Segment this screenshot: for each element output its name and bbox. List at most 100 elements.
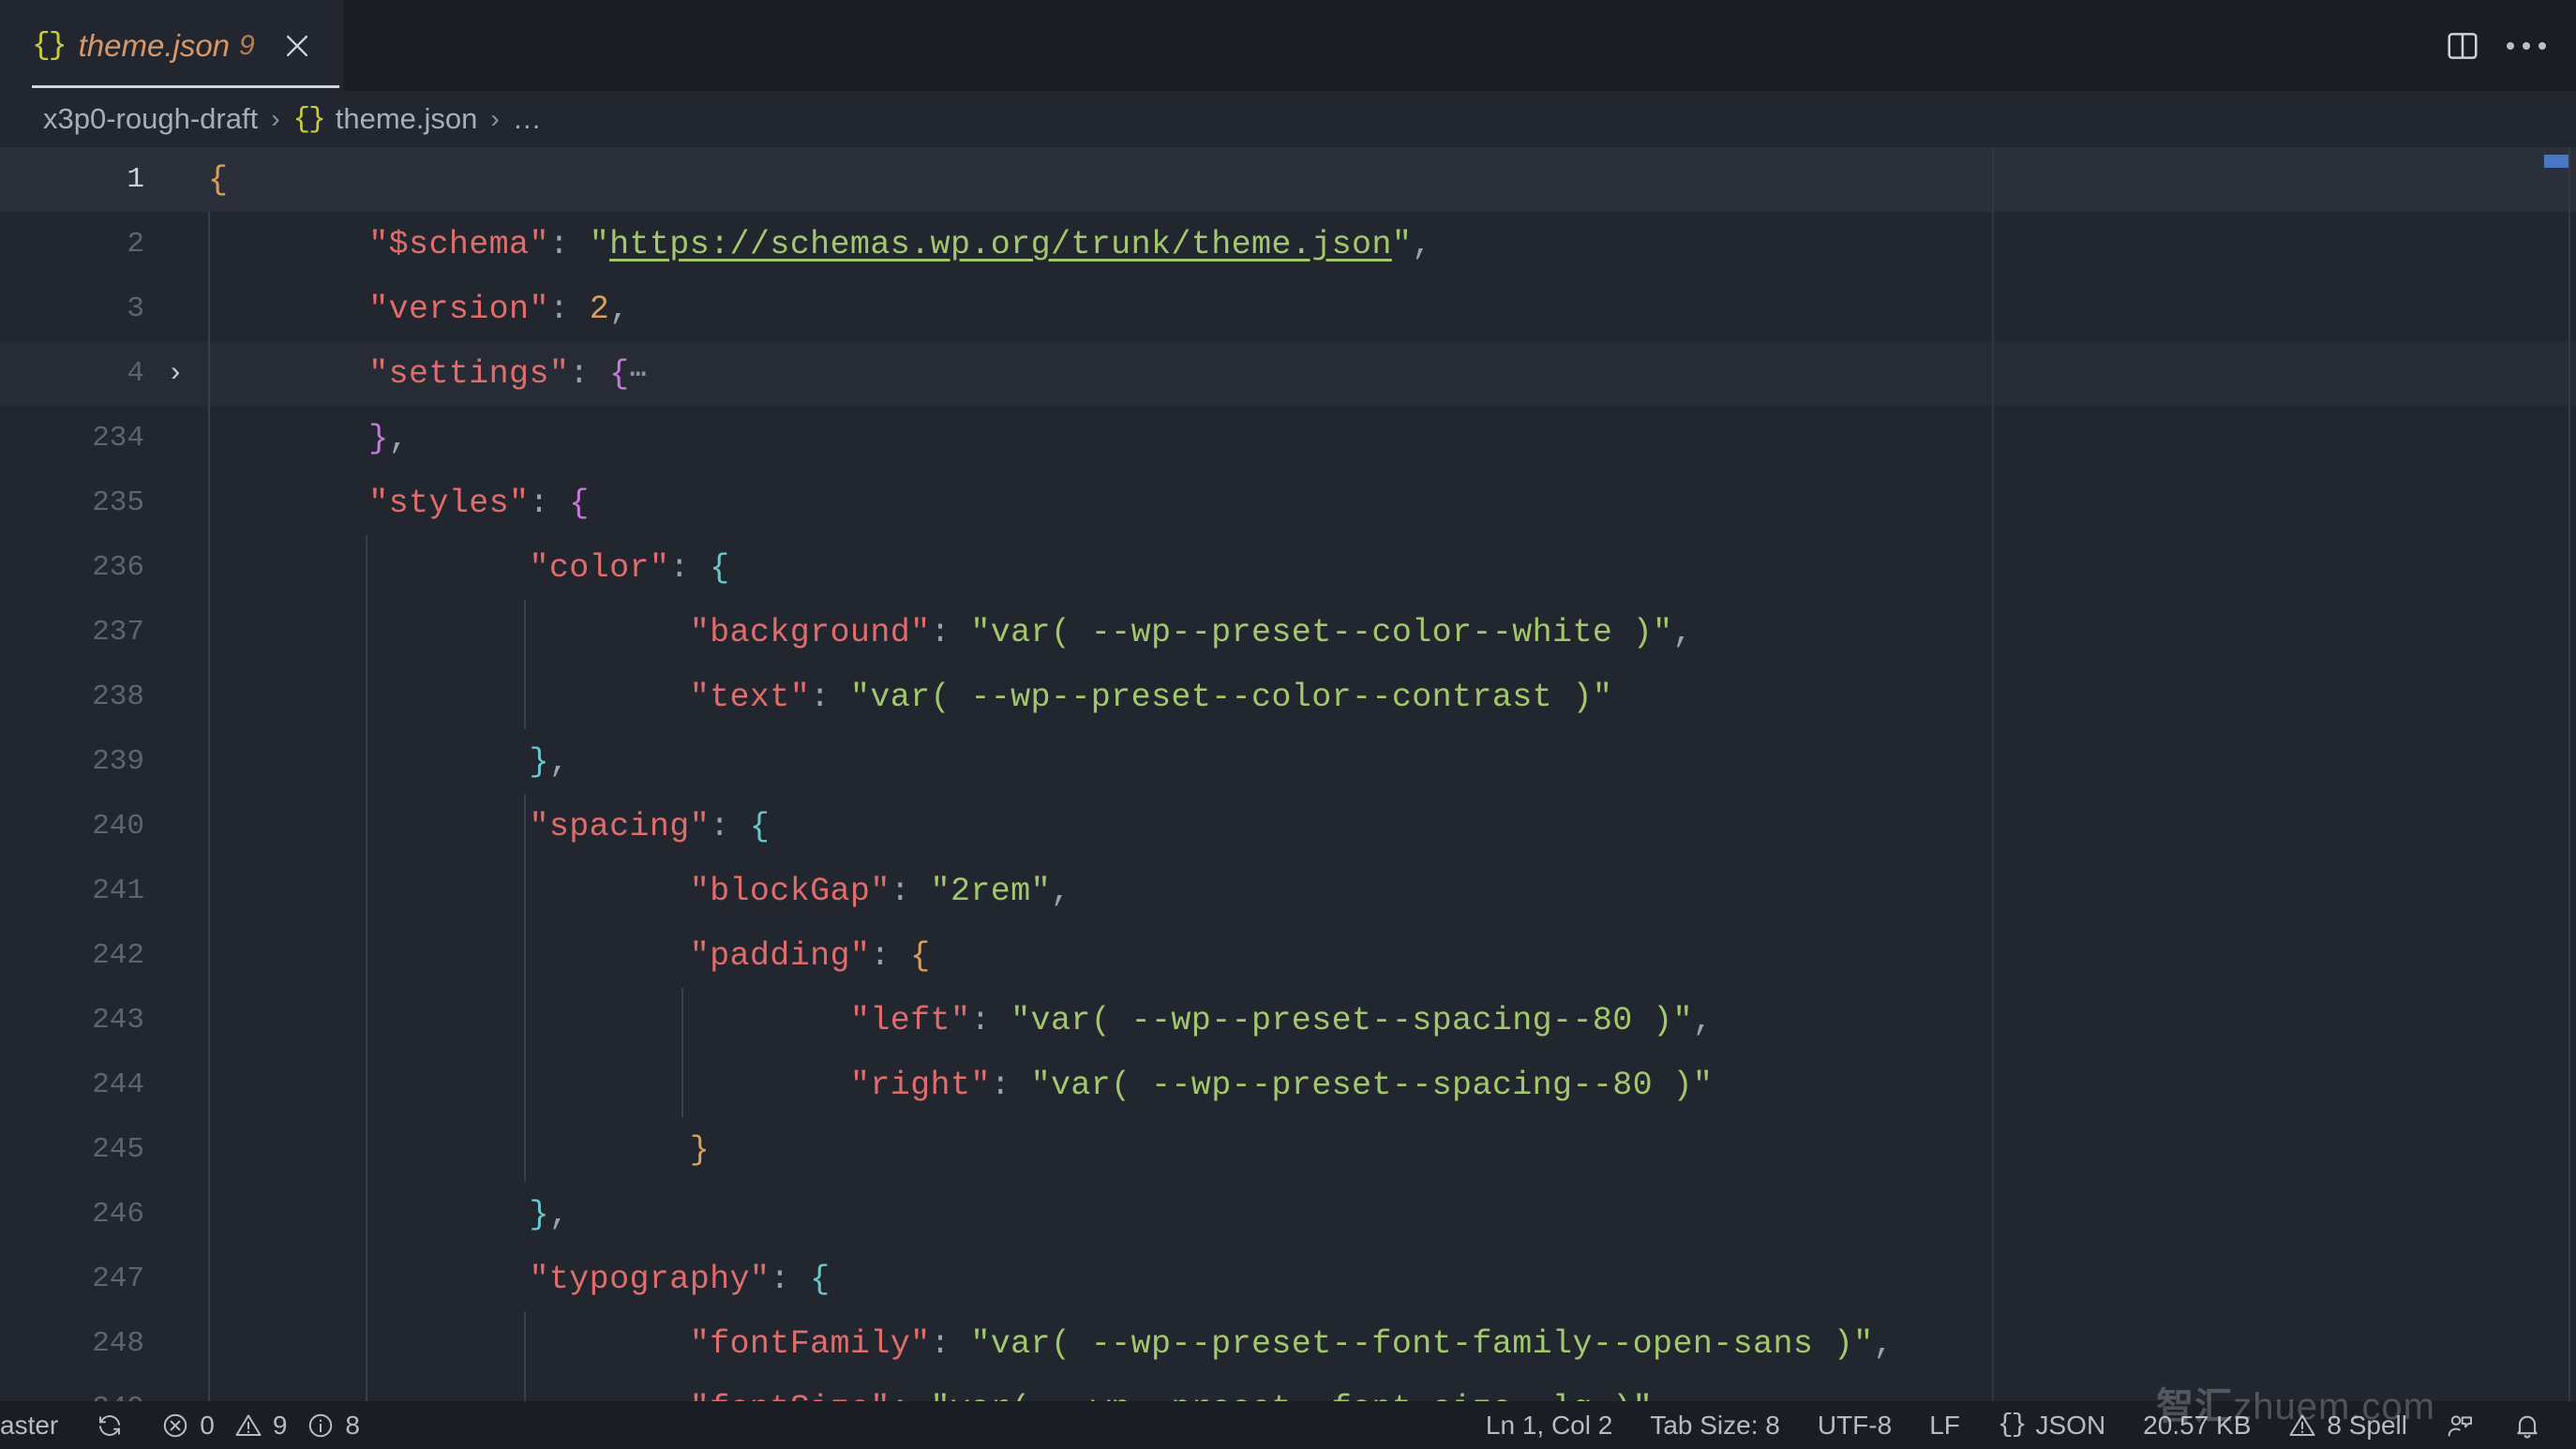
code-line[interactable]: 246 }, — [0, 1182, 2576, 1247]
line-number: 246 — [92, 1198, 144, 1231]
code-line-content: } — [201, 1131, 2576, 1169]
code-token: { — [710, 548, 730, 587]
line-number: 241 — [92, 874, 144, 907]
close-icon[interactable] — [276, 24, 319, 67]
code-token: } — [529, 742, 549, 781]
code-token: : — [569, 354, 610, 393]
line-number: 242 — [92, 939, 144, 972]
status-eol[interactable]: LF — [1910, 1401, 1979, 1449]
code-line[interactable]: 2 "$schema": "https://schemas.wp.org/tru… — [0, 212, 2576, 276]
tab-problem-badge: 9 — [239, 29, 255, 61]
code-line[interactable]: 235 "styles": { — [0, 471, 2576, 535]
breadcrumb-symbol-ellipsis[interactable]: … — [513, 102, 542, 136]
split-editor-icon[interactable] — [2434, 17, 2492, 75]
code-line-content: "styles": { — [201, 485, 2576, 522]
status-sync[interactable] — [77, 1401, 142, 1449]
code-line-content: "background": "var( --wp--preset--color-… — [201, 614, 2576, 651]
code-editor[interactable]: 1{2 "$schema": "https://schemas.wp.org/t… — [0, 147, 2576, 1401]
code-token: 2 — [589, 290, 610, 328]
code-token: "right" — [849, 1066, 991, 1104]
code-line[interactable]: 242 "padding": { — [0, 923, 2576, 988]
code-token: { — [910, 936, 931, 975]
json-braces-icon: {} — [1997, 1411, 2028, 1440]
code-line[interactable]: 234 }, — [0, 406, 2576, 471]
line-number: 244 — [92, 1068, 144, 1101]
code-token: "var( --wp--preset--spacing--80 )" — [1011, 1001, 1693, 1039]
breadcrumb-folder[interactable]: x3p0-rough-draft — [43, 102, 258, 136]
code-token: { — [208, 160, 229, 199]
code-token: , — [388, 419, 410, 457]
code-line[interactable]: 239 }, — [0, 729, 2576, 794]
code-token: : — [770, 1260, 811, 1298]
status-encoding[interactable]: UTF-8 — [1799, 1401, 1910, 1449]
account-icon — [2445, 1411, 2475, 1441]
code-token: , — [1050, 872, 1071, 910]
code-line[interactable]: 3 "version": 2, — [0, 276, 2576, 341]
code-line-content: "version": 2, — [201, 291, 2576, 328]
code-line-content: }, — [201, 1196, 2576, 1233]
info-circle-icon — [307, 1412, 335, 1440]
code-token[interactable]: https://schemas.wp.org/trunk/theme.json — [609, 226, 1392, 263]
code-token: "version" — [368, 290, 549, 328]
code-line[interactable]: 238 "text": "var( --wp--preset--color--c… — [0, 665, 2576, 729]
code-token: : — [710, 807, 750, 845]
overview-cursor-marker — [2544, 155, 2569, 168]
code-line[interactable]: 237 "background": "var( --wp--preset--co… — [0, 600, 2576, 665]
code-token: , — [1412, 225, 1432, 263]
line-number: 248 — [92, 1327, 144, 1360]
code-token: "spacing" — [529, 807, 711, 845]
code-line[interactable]: 248 "fontFamily": "var( --wp--preset--fo… — [0, 1311, 2576, 1376]
code-line[interactable]: 1{ — [0, 147, 2576, 212]
line-number: 245 — [92, 1133, 144, 1166]
code-line-content: "color": { — [201, 549, 2576, 587]
code-line[interactable]: 245 } — [0, 1117, 2576, 1182]
code-line[interactable]: 4 › "settings": {⋯ — [0, 341, 2576, 406]
status-tab-size[interactable]: Tab Size: 8 — [1631, 1401, 1799, 1449]
code-token: { — [810, 1260, 831, 1298]
tab-theme-json[interactable]: {} theme.json 9 — [0, 0, 343, 91]
code-token: "color" — [529, 548, 670, 587]
status-branch[interactable]: aster — [0, 1401, 77, 1449]
code-token: , — [1873, 1324, 1894, 1363]
status-problems[interactable]: 0 9 8 — [142, 1401, 379, 1449]
status-file-size[interactable]: 20.57 KB — [2124, 1401, 2269, 1449]
code-line[interactable]: 240 "spacing": { — [0, 794, 2576, 859]
breadcrumb-separator-2: › — [490, 104, 500, 133]
line-number: 240 — [92, 810, 144, 843]
status-spell[interactable]: 8 Spell — [2269, 1401, 2426, 1449]
code-line[interactable]: 247 "typography": { — [0, 1247, 2576, 1311]
code-token: " — [1391, 225, 1413, 263]
status-language-mode[interactable]: {} JSON — [1979, 1401, 2124, 1449]
code-line-content: "padding": { — [201, 937, 2576, 975]
code-line-content: "text": "var( --wp--preset--color--contr… — [201, 679, 2576, 716]
code-token: "styles" — [368, 484, 530, 522]
code-line[interactable]: 243 "left": "var( --wp--preset--spacing-… — [0, 988, 2576, 1053]
breadcrumb-file[interactable]: {} theme.json — [293, 102, 478, 136]
more-actions-icon[interactable] — [2497, 17, 2555, 75]
status-language-label: JSON — [2035, 1410, 2106, 1440]
code-lines: 1{2 "$schema": "https://schemas.wp.org/t… — [0, 147, 2576, 1401]
code-line[interactable]: 241 "blockGap": "2rem", — [0, 859, 2576, 923]
fold-toggle-icon[interactable]: › — [150, 358, 201, 390]
editor-scrollbar[interactable] — [2569, 147, 2570, 1401]
code-token: "settings" — [368, 354, 570, 393]
code-line[interactable]: 244 "right": "var( --wp--preset--spacing… — [0, 1053, 2576, 1117]
json-braces-icon: {} — [32, 28, 67, 63]
bell-icon — [2512, 1411, 2542, 1441]
code-token: : — [548, 290, 590, 328]
code-token: : — [890, 872, 931, 910]
status-account[interactable] — [2426, 1401, 2494, 1449]
code-line[interactable]: 236 "color": { — [0, 535, 2576, 600]
status-notifications[interactable] — [2494, 1401, 2561, 1449]
code-line[interactable]: 249 "fontSize": "var( --wp--preset--font… — [0, 1376, 2576, 1402]
code-line-content: "fontSize": "var( --wp--preset--font-siz… — [201, 1390, 2576, 1402]
status-cursor-position[interactable]: Ln 1, Col 2 — [1467, 1401, 1631, 1449]
